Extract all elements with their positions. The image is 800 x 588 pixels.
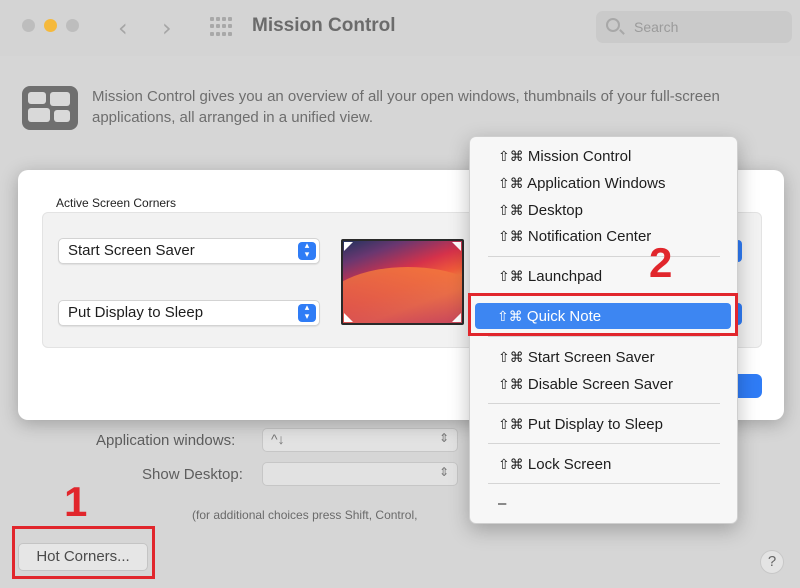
chevron-updown-icon: ⇕ (438, 465, 449, 479)
menu-item-put-display-to-sleep[interactable]: ⇧⌘ Put Display to Sleep (498, 416, 663, 433)
window-title: Mission Control (252, 15, 396, 36)
help-button[interactable]: ? (760, 550, 784, 574)
app-windows-select[interactable]: ^↓ ⇕ (262, 428, 458, 452)
zoom-window-button[interactable] (66, 19, 79, 32)
app-windows-label: Application windows: (96, 432, 236, 449)
modifier-keys: ⇧⌘ (498, 269, 524, 285)
modifier-keys: ⇧⌘ (498, 149, 524, 165)
minimize-window-button[interactable] (44, 19, 57, 32)
menu-item-label: Desktop (527, 202, 583, 219)
menu-item-label: Start Screen Saver (527, 349, 655, 366)
show-desktop-select[interactable]: ⇕ (262, 462, 458, 486)
modifier-keys: ⇧⌘ (498, 229, 524, 245)
annotation-box-1 (12, 526, 155, 579)
modifier-keys: ⇧⌘ (498, 203, 524, 219)
menu-item-label: Application Windows (527, 175, 666, 192)
sheet-title: Active Screen Corners (56, 196, 177, 210)
menu-separator (488, 336, 720, 337)
menu-item-label: Disable Screen Saver (527, 376, 673, 393)
menu-item-label: Notification Center (527, 228, 652, 245)
modifier-keys: ⇧⌘ (498, 176, 524, 192)
menu-item-disable-screen-saver[interactable]: ⇧⌘ Disable Screen Saver (498, 376, 673, 393)
corner-marker (344, 313, 353, 322)
chevron-updown-icon: ▴ ▾ (298, 242, 316, 260)
chevron-updown-icon: ⇕ (438, 431, 449, 445)
top-left-corner-popup[interactable]: Start Screen Saver ▴ ▾ (58, 238, 320, 264)
annotation-number-1: 1 (64, 478, 88, 525)
annotation-number-2: 2 (649, 239, 673, 286)
close-window-button[interactable] (22, 19, 35, 32)
modifier-keys: ⇧⌘ (498, 457, 524, 473)
search-field[interactable]: Search (596, 11, 792, 43)
menu-item-label: Mission Control (527, 148, 632, 165)
menu-separator (488, 403, 720, 404)
ok-button[interactable] (736, 374, 762, 398)
menu-item-label: Launchpad (527, 268, 603, 285)
modifier-keys: ⇧⌘ (498, 350, 524, 366)
description-text: Mission Control gives you an overview of… (92, 88, 720, 126)
desktop-preview-image (341, 239, 464, 325)
menu-item-notification-center[interactable]: ⇧⌘ Notification Center (498, 228, 651, 245)
mission-control-icon (22, 86, 78, 130)
chevron-updown-icon: ▴ ▾ (298, 304, 316, 322)
corner-marker (452, 242, 461, 251)
menu-item-mission-control[interactable]: ⇧⌘ Mission Control (498, 148, 631, 165)
app-windows-value: ^↓ (271, 431, 285, 447)
show-desktop-label: Show Desktop: (142, 466, 243, 483)
search-placeholder: Search (634, 19, 679, 35)
menu-separator (488, 483, 720, 484)
corner-marker (344, 242, 353, 251)
menu-item-desktop[interactable]: ⇧⌘ Desktop (498, 202, 583, 219)
menu-item-start-screen-saver[interactable]: ⇧⌘ Start Screen Saver (498, 349, 655, 366)
toolbar: ‹ › Mission Control Search (0, 0, 800, 56)
menu-separator (488, 443, 720, 444)
menu-item-application-windows[interactable]: ⇧⌘ Application Windows (498, 175, 665, 192)
bottom-left-corner-popup[interactable]: Put Display to Sleep ▴ ▾ (58, 300, 320, 326)
modifier-keys: ⇧⌘ (498, 377, 524, 393)
menu-item-launchpad[interactable]: ⇧⌘ Launchpad (498, 268, 602, 285)
top-left-corner-value: Start Screen Saver (68, 242, 195, 259)
menu-item-lock-screen[interactable]: ⇧⌘ Lock Screen (498, 456, 611, 473)
menu-item-label: Lock Screen (527, 456, 612, 473)
annotation-box-2 (468, 293, 738, 336)
modifier-keys: ⇧⌘ (498, 417, 524, 433)
forward-chevron-icon[interactable]: › (162, 14, 172, 42)
corner-marker (452, 313, 461, 322)
show-all-grid-icon[interactable] (210, 17, 232, 37)
menu-item-label: Put Display to Sleep (527, 416, 663, 433)
menu-item-none[interactable]: – (498, 495, 506, 512)
search-icon (606, 18, 620, 32)
back-chevron-icon[interactable]: ‹ (118, 14, 128, 42)
bottom-left-corner-value: Put Display to Sleep (68, 304, 204, 321)
modifier-hint: (for additional choices press Shift, Con… (192, 508, 418, 522)
menu-separator (488, 256, 720, 257)
